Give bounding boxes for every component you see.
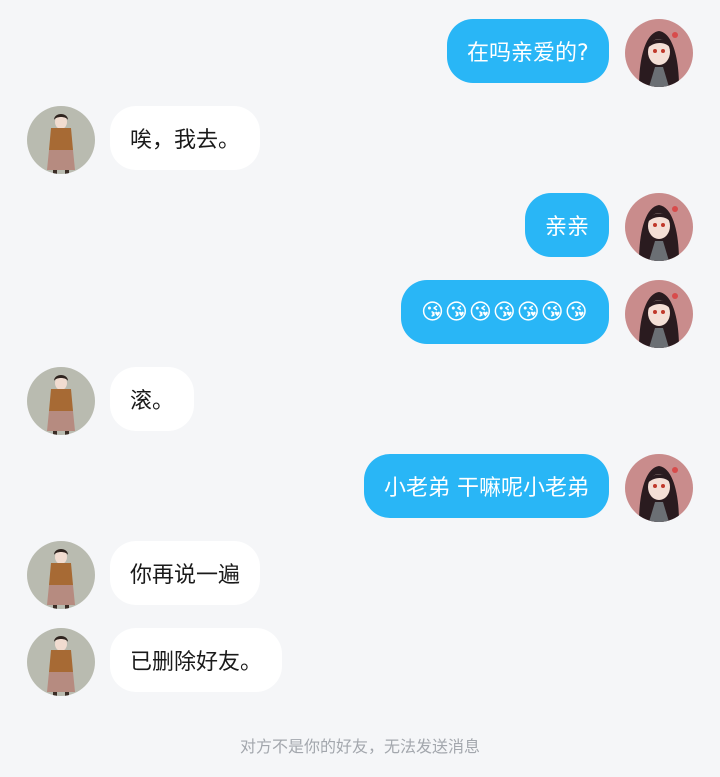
user-avatar[interactable] — [625, 19, 693, 87]
girl-red-hair-avatar-icon — [625, 454, 693, 522]
contact-avatar[interactable] — [27, 106, 95, 174]
user-avatar[interactable] — [625, 280, 693, 348]
message-bubble[interactable]: 已删除好友。 — [110, 628, 283, 692]
girl-brown-sweater-avatar-icon — [27, 628, 95, 696]
message-bubble[interactable]: 在吗亲爱的? — [447, 19, 609, 83]
message-bubble[interactable]: 滚。 — [110, 367, 195, 431]
girl-red-hair-avatar-icon — [625, 19, 693, 87]
contact-avatar[interactable] — [27, 628, 95, 696]
girl-red-hair-avatar-icon — [625, 193, 693, 261]
girl-brown-sweater-avatar-icon — [27, 541, 95, 609]
message-bubble[interactable]: 亲亲 — [525, 193, 610, 257]
system-notice: 对方不是你的好友，无法发送消息 — [239, 737, 480, 756]
contact-avatar[interactable] — [27, 367, 95, 435]
contact-avatar[interactable] — [27, 541, 95, 609]
user-avatar[interactable] — [625, 454, 693, 522]
message-bubble[interactable]: 你再说一遍 — [110, 541, 261, 605]
user-avatar[interactable] — [625, 193, 693, 261]
girl-brown-sweater-avatar-icon — [27, 106, 95, 174]
girl-red-hair-avatar-icon — [625, 280, 693, 348]
girl-brown-sweater-avatar-icon — [27, 367, 95, 435]
message-bubble[interactable]: 小老弟 干嘛呢小老弟 — [364, 454, 609, 518]
message-bubble-emoji[interactable]: 😘😘😘😘😘😘😘 — [401, 280, 609, 344]
message-bubble[interactable]: 唉，我去。 — [110, 106, 261, 170]
